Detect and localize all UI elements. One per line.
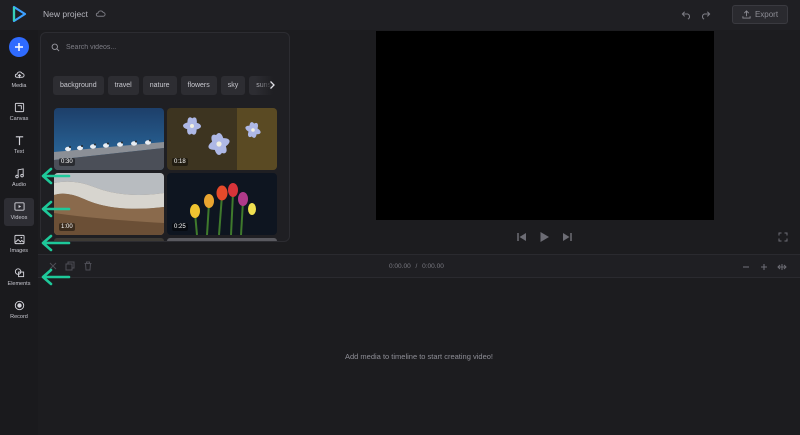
add-media-button[interactable] <box>9 37 29 57</box>
text-icon <box>15 136 23 146</box>
nav-item-audio[interactable]: Audio <box>4 165 34 193</box>
plus-icon <box>15 43 23 51</box>
timeline-area[interactable]: Add media to timeline to start creating … <box>38 278 800 435</box>
video-icon <box>13 202 25 211</box>
export-label: Export <box>754 10 779 19</box>
videos-panel: background travel nature flowers sky sun… <box>40 32 290 242</box>
video-duration: 1:00 <box>59 223 75 231</box>
search-input[interactable] <box>66 43 266 51</box>
video-thumbnail[interactable]: 0:30 <box>54 108 164 170</box>
nav-item-text[interactable]: Text <box>4 132 34 160</box>
arrow-left-icon <box>41 167 71 185</box>
record-icon <box>14 300 24 311</box>
video-duration: 0:18 <box>172 158 188 166</box>
upload-cloud-icon <box>14 71 25 79</box>
timecode: 0:00.00 / 0:00.00 <box>389 263 444 270</box>
redo-icon[interactable] <box>700 9 711 20</box>
skip-forward-icon[interactable] <box>561 231 573 243</box>
category-chips: background travel nature flowers sky sun… <box>53 76 285 96</box>
play-icon[interactable] <box>538 231 550 243</box>
video-duration: 0:30 <box>59 158 75 166</box>
fit-timeline-icon[interactable] <box>777 262 787 272</box>
fullscreen-icon[interactable] <box>778 232 788 242</box>
video-duration: 0:25 <box>172 223 188 231</box>
nav-label: Canvas <box>9 116 29 122</box>
time-separator: / <box>415 263 418 270</box>
zoom-out-icon[interactable] <box>741 262 751 272</box>
chip-travel[interactable]: travel <box>107 76 139 95</box>
search-bar <box>51 39 281 55</box>
nav-item-record[interactable]: Record <box>4 297 34 325</box>
chip-background[interactable]: background <box>53 76 104 95</box>
canvas-icon <box>14 102 24 113</box>
arrow-left-icon <box>41 268 71 286</box>
elements-icon <box>14 268 24 278</box>
export-button[interactable]: Export <box>732 5 788 24</box>
video-preview-canvas[interactable] <box>376 31 714 220</box>
search-icon <box>51 43 60 51</box>
nav-label: Media <box>11 83 27 89</box>
nav-item-images[interactable]: Images <box>4 231 34 259</box>
music-note-icon <box>14 168 24 179</box>
nav-label: Elements <box>7 281 31 287</box>
export-icon <box>742 10 751 19</box>
current-time: 0:00.00 <box>389 263 411 270</box>
nav-item-videos[interactable]: Videos <box>4 198 34 226</box>
nav-label: Videos <box>10 215 28 221</box>
project-title[interactable]: New project <box>43 9 88 19</box>
nav-item-media[interactable]: Media <box>4 66 34 94</box>
nav-label: Images <box>9 248 29 254</box>
arrow-left-icon <box>41 234 71 252</box>
trash-icon[interactable] <box>83 261 93 271</box>
cloud-sync-icon <box>95 10 106 17</box>
video-thumbnail-partial[interactable] <box>167 238 277 241</box>
nav-label: Record <box>10 314 28 320</box>
video-thumbnail[interactable]: 0:18 <box>167 108 277 170</box>
app-logo-icon[interactable] <box>10 5 28 23</box>
skip-back-icon[interactable] <box>516 231 528 243</box>
chip-sky[interactable]: sky <box>220 76 246 95</box>
nav-item-canvas[interactable]: Canvas <box>4 99 34 127</box>
chip-nature[interactable]: nature <box>142 76 177 95</box>
nav-item-elements[interactable]: Elements <box>4 264 34 292</box>
chevron-right-icon[interactable] <box>267 80 277 90</box>
top-bar: New project Export <box>0 0 800 30</box>
arrow-left-icon <box>41 200 71 218</box>
image-icon <box>13 234 25 245</box>
chip-flowers[interactable]: flowers <box>180 76 217 95</box>
left-nav: Media Canvas Text Audio Videos Images El… <box>0 30 38 435</box>
zoom-in-icon[interactable] <box>759 262 769 272</box>
video-editor-app: New project Export Media Canvas Text Aud… <box>0 0 800 435</box>
nav-label: Text <box>13 149 25 155</box>
undo-icon[interactable] <box>681 9 692 20</box>
total-time: 0:00.00 <box>422 263 444 270</box>
nav-label: Audio <box>11 182 27 188</box>
video-thumbnail[interactable]: 0:25 <box>167 173 277 235</box>
timeline-empty-message: Add media to timeline to start creating … <box>345 352 493 361</box>
